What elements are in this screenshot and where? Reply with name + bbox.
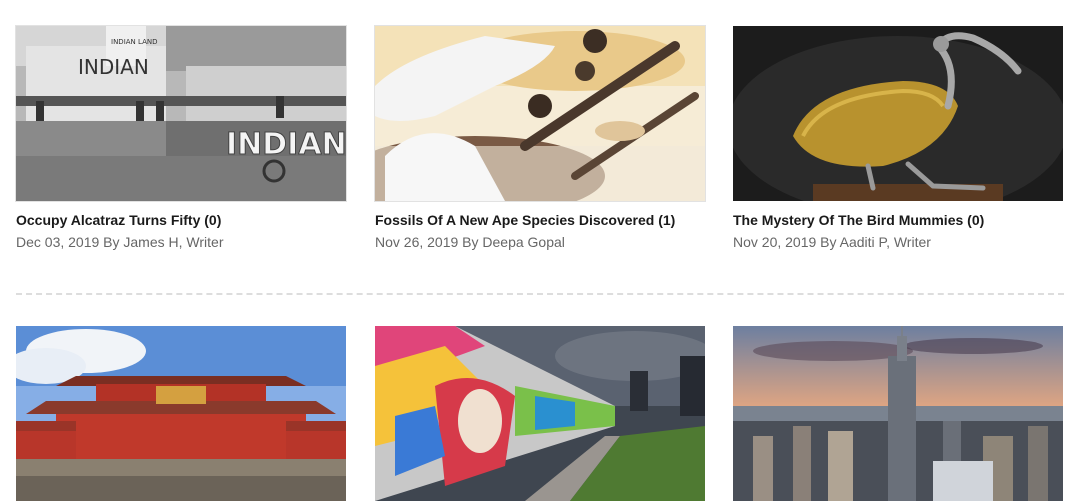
article-meta: Nov 20, 2019 By Aaditi P, Writer xyxy=(733,234,931,250)
article-title[interactable]: Fossils Of A New Ape Species Discovered … xyxy=(375,212,715,228)
image-text-indian-bottom: INDIAN xyxy=(226,127,346,162)
article-thumbnail-bird-mummies[interactable] xyxy=(733,26,1063,201)
article-thumbnail-berlin-wall[interactable] xyxy=(375,326,705,501)
section-divider xyxy=(16,293,1064,295)
ibis-statue-photo xyxy=(733,26,1063,201)
article-title[interactable]: Occupy Alcatraz Turns Fifty (0) xyxy=(16,212,356,228)
japanese-castle-photo xyxy=(16,326,346,501)
article-thumbnail-alcatraz[interactable]: INDIAN INDIAN LAND INDIAN xyxy=(15,25,347,202)
berlin-wall-photo xyxy=(375,326,705,501)
fossils-photo xyxy=(375,26,705,201)
article-thumbnail-new-york[interactable] xyxy=(733,326,1063,501)
article-meta: Nov 26, 2019 By Deepa Gopal xyxy=(375,234,565,250)
alcatraz-photo: INDIAN INDIAN LAND INDIAN xyxy=(16,26,346,201)
article-title[interactable]: The Mystery Of The Bird Mummies (0) xyxy=(733,212,1073,228)
article-thumbnail-fossils[interactable] xyxy=(374,25,706,202)
image-text-indian-top: INDIAN xyxy=(78,55,149,79)
image-sign-text: INDIAN LAND xyxy=(111,38,157,46)
new-york-skyline-photo xyxy=(733,326,1063,501)
article-meta: Dec 03, 2019 By James H, Writer xyxy=(16,234,224,250)
article-thumbnail-japanese-castle[interactable] xyxy=(16,326,346,501)
